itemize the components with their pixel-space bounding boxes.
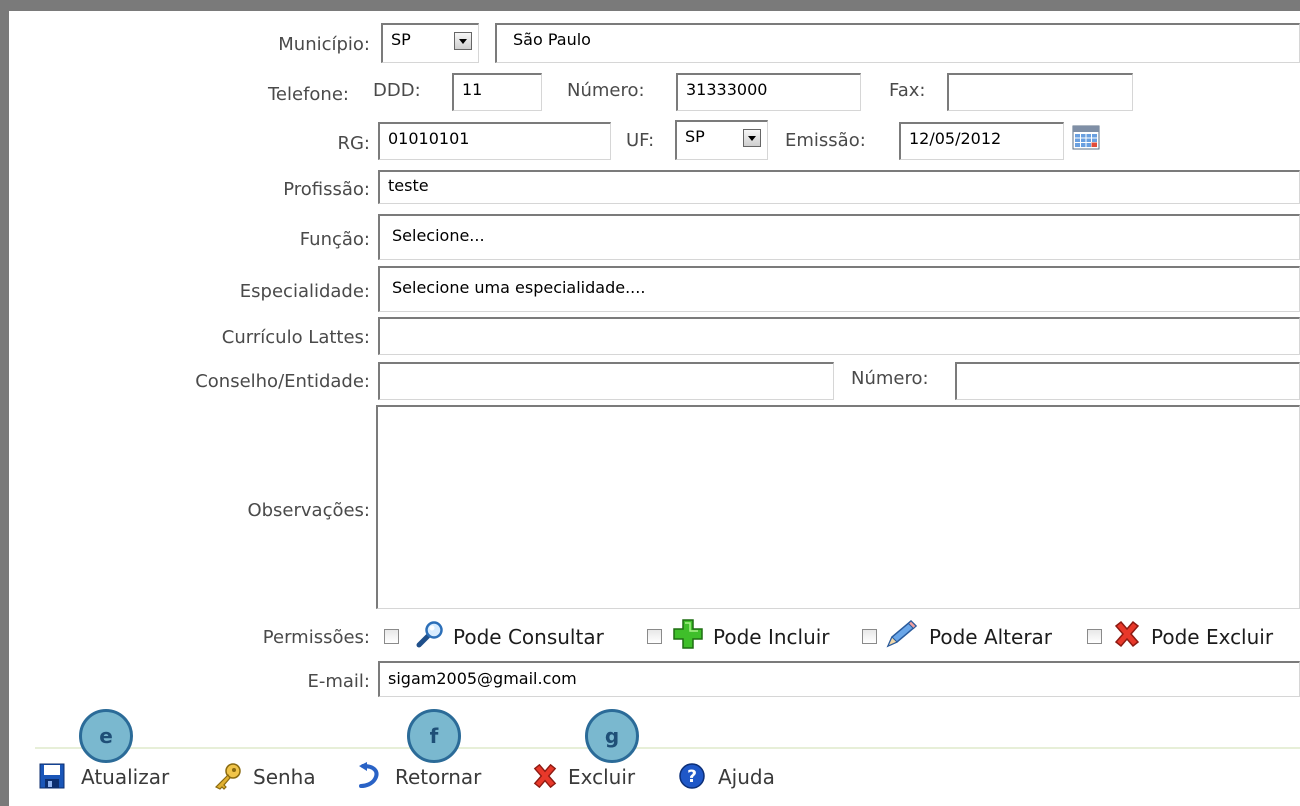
funcao-label: Função: [299, 229, 370, 250]
chevron-down-icon[interactable] [454, 32, 472, 50]
pode-alterar-checkbox[interactable] [862, 629, 877, 644]
pode-consultar-label: Pode Consultar [453, 625, 604, 649]
municipio-cidade-field[interactable]: São Paulo [495, 23, 1300, 63]
atualizar-label: Atualizar [81, 765, 170, 789]
red-x-icon [533, 763, 557, 789]
pode-excluir-checkbox[interactable] [1087, 629, 1102, 644]
profissao-field[interactable]: teste [378, 170, 1300, 204]
svg-text:?: ? [687, 767, 697, 787]
ddd-field[interactable]: 11 [452, 73, 542, 111]
excluir-label: Excluir [568, 765, 636, 789]
annotation-badge-f: f [407, 709, 461, 763]
fax-label: Fax: [889, 80, 926, 101]
telefone-numero-label: Número: [567, 80, 645, 101]
rg-uf-label: UF: [626, 130, 655, 151]
permissoes-label: Permissões: [262, 627, 370, 648]
ajuda-label: Ajuda [718, 765, 775, 789]
observacoes-label: Observações: [247, 500, 370, 521]
rg-label: RG: [337, 133, 370, 154]
email-field[interactable]: sigam2005@gmail.com [378, 661, 1300, 697]
especialidade-value: Selecione uma especialidade.... [392, 278, 646, 297]
chevron-down-icon[interactable] [743, 129, 761, 147]
rg-uf-value: SP [685, 127, 705, 146]
curriculo-lattes-field[interactable] [378, 317, 1300, 355]
help-icon: ? [679, 763, 705, 789]
municipio-uf-select[interactable]: SP [381, 23, 479, 63]
rg-uf-select[interactable]: SP [675, 120, 768, 160]
funcao-value: Selecione... [392, 226, 485, 245]
pencil-icon [886, 619, 918, 648]
ddd-label: DDD: [373, 80, 421, 101]
curriculo-lattes-label: Currículo Lattes: [221, 327, 370, 348]
rg-field[interactable]: 01010101 [378, 122, 611, 160]
emissao-label: Emissão: [785, 130, 866, 151]
conselho-entidade-label: Conselho/Entidade: [195, 371, 370, 392]
especialidade-select[interactable]: Selecione uma especialidade.... [378, 266, 1300, 312]
return-arrow-icon [359, 762, 379, 788]
pode-excluir-label: Pode Excluir [1151, 625, 1274, 649]
conselho-numero-field[interactable] [955, 362, 1300, 400]
especialidade-label: Especialidade: [239, 281, 370, 302]
pode-consultar-checkbox[interactable] [384, 629, 399, 644]
pode-alterar-label: Pode Alterar [929, 625, 1053, 649]
pode-incluir-label: Pode Incluir [713, 625, 830, 649]
senha-label: Senha [253, 765, 316, 789]
municipio-label: Município: [278, 34, 370, 55]
magnifier-icon [416, 621, 443, 648]
pode-incluir-checkbox[interactable] [647, 629, 662, 644]
conselho-numero-label: Número: [851, 368, 929, 389]
green-plus-icon [673, 619, 703, 649]
annotation-badge-e: e [79, 709, 133, 763]
emissao-field[interactable]: 12/05/2012 [899, 122, 1064, 160]
funcao-select[interactable]: Selecione... [378, 214, 1300, 260]
profissao-label: Profissão: [283, 179, 370, 200]
telefone-numero-field[interactable]: 31333000 [676, 73, 861, 111]
annotation-badge-g: g [585, 709, 639, 763]
window-frame-top [0, 0, 1300, 11]
conselho-entidade-field[interactable] [378, 362, 834, 400]
municipio-uf-value: SP [391, 30, 411, 49]
observacoes-textarea[interactable] [376, 405, 1300, 609]
retornar-label: Retornar [395, 765, 482, 789]
key-icon [214, 763, 241, 790]
email-label: E-mail: [307, 671, 371, 692]
fax-field[interactable] [947, 73, 1133, 111]
floppy-disk-icon [39, 763, 65, 789]
toolbar-separator [35, 747, 1300, 749]
red-x-icon [1114, 620, 1140, 648]
calendar-icon[interactable] [1072, 125, 1100, 150]
window-frame-left [0, 0, 9, 806]
telefone-label: Telefone: [268, 84, 349, 105]
